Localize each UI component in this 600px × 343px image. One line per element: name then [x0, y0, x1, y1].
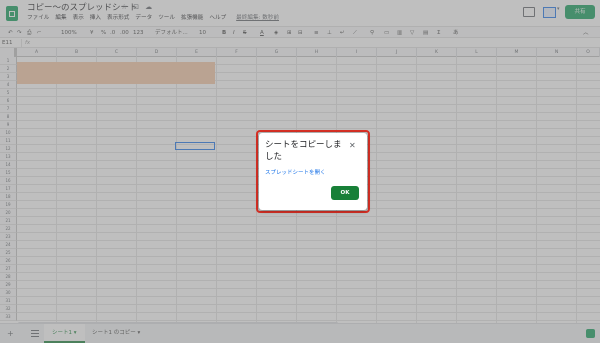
- open-spreadsheet-link[interactable]: スプレッドシートを開く: [265, 169, 326, 177]
- ok-button[interactable]: OK: [331, 186, 359, 200]
- spreadsheet-app: コピー〜のスプレッドシート ☆⊡☁ ファイル 編集 表示 挿入 表示形式 データ…: [0, 0, 600, 343]
- close-icon[interactable]: ✕: [349, 141, 356, 150]
- dialog-title: シートをコピーしました: [265, 140, 342, 162]
- copy-sheet-dialog: シートをコピーしました ✕ スプレッドシートを開く OK: [259, 133, 367, 210]
